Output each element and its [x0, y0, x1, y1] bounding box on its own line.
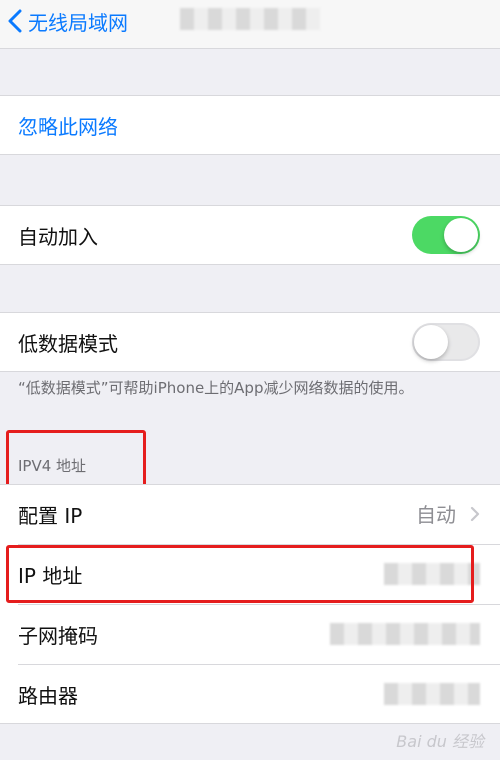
low-data-mode-row: 低数据模式 [0, 313, 500, 371]
highlight-box-ipv4-header [6, 430, 146, 487]
chevron-left-icon [8, 9, 22, 33]
back-button[interactable]: 无线局域网 [8, 6, 128, 36]
low-data-mode-toggle[interactable] [412, 323, 480, 361]
navigation-bar: 无线局域网 [0, 0, 500, 49]
configure-ip-label: 配置 IP [18, 503, 83, 528]
forget-network-label: 忽略此网络 [18, 114, 118, 139]
network-name-masked [180, 8, 320, 30]
subnet-mask-label: 子网掩码 [18, 623, 98, 648]
watermark: Bai du 经验 [396, 732, 484, 751]
subnet-mask-value-masked [330, 623, 480, 645]
ipv4-group: 配置 IP 自动 IP 地址 子网掩码 路由器 [0, 484, 500, 724]
highlight-box-ip-address [6, 545, 474, 603]
auto-join-row: 自动加入 [0, 206, 500, 264]
auto-join-label: 自动加入 [18, 224, 98, 249]
toggle-knob [444, 218, 478, 252]
router-label: 路由器 [18, 683, 78, 708]
configure-ip-value-text: 自动 [416, 503, 456, 527]
forget-network-group: 忽略此网络 [0, 95, 500, 155]
chevron-right-icon [470, 506, 480, 521]
configure-ip-value: 自动 [416, 499, 480, 528]
subnet-mask-row: 子网掩码 [0, 605, 500, 663]
configure-ip-row[interactable]: 配置 IP 自动 [0, 485, 500, 543]
low-data-mode-group: 低数据模式 [0, 312, 500, 372]
toggle-knob [414, 325, 448, 359]
auto-join-toggle[interactable] [412, 216, 480, 254]
router-row: 路由器 [0, 665, 500, 723]
back-button-label: 无线局域网 [28, 10, 128, 35]
low-data-mode-description: “低数据模式”可帮助iPhone上的App减少网络数据的使用。 [18, 379, 414, 397]
low-data-mode-label: 低数据模式 [18, 331, 118, 356]
router-value-masked [384, 683, 480, 705]
auto-join-group: 自动加入 [0, 205, 500, 265]
forget-network-button[interactable]: 忽略此网络 [0, 96, 500, 154]
